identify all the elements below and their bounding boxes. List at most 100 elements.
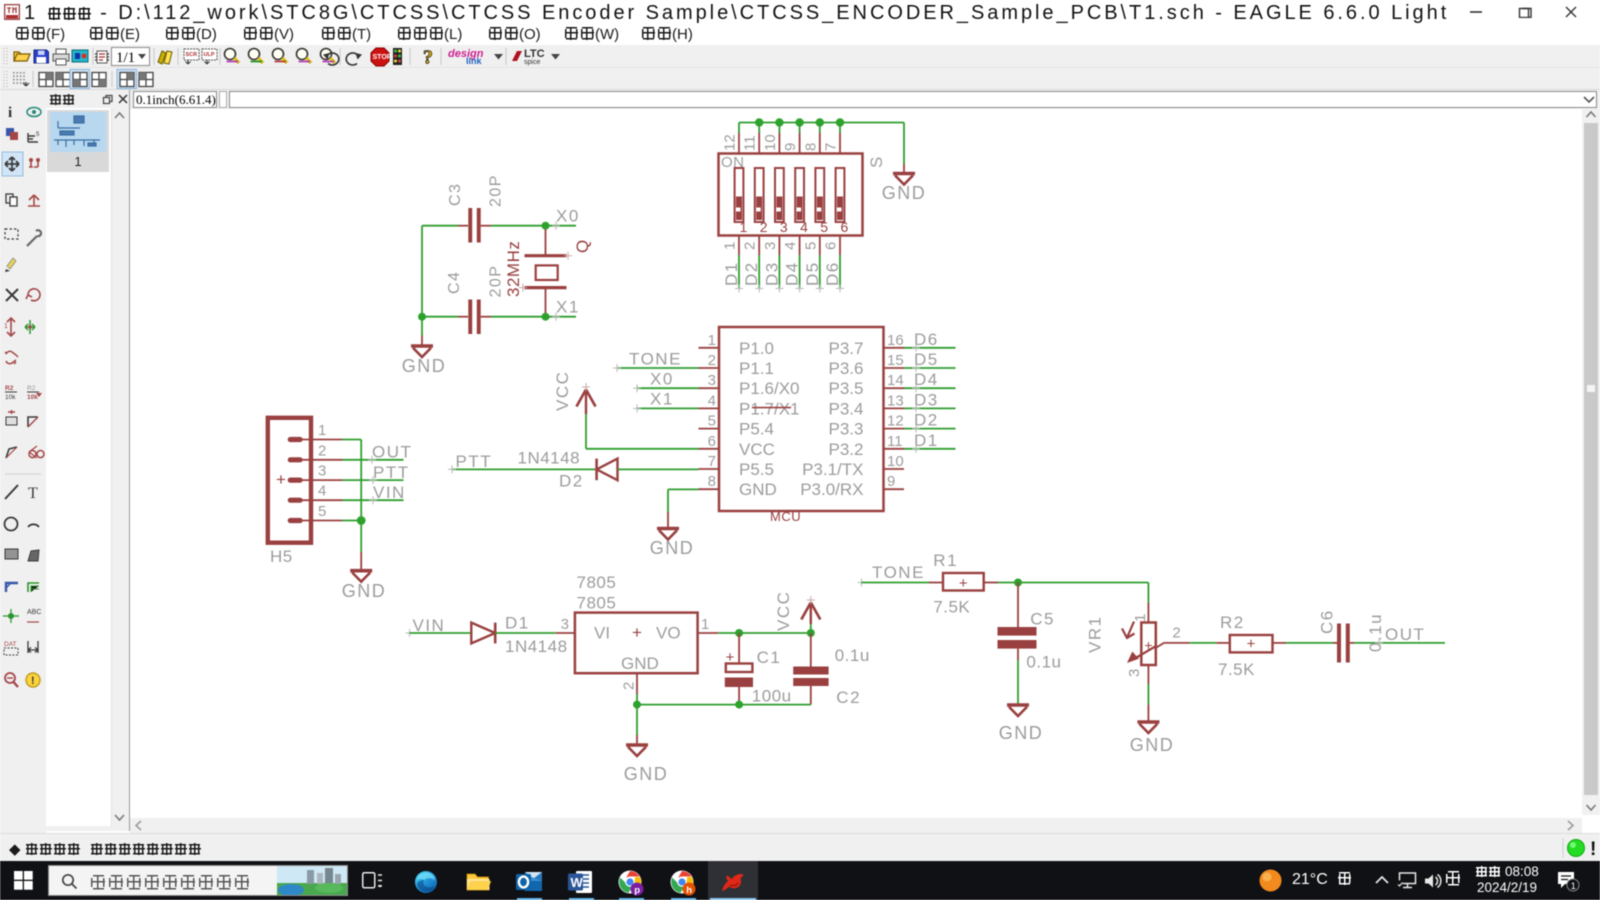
svg-text:D3: D3 (762, 261, 781, 286)
svg-text:+: + (1247, 636, 1256, 653)
svg-text:1: 1 (318, 422, 326, 439)
svg-text:OUT: OUT (1385, 625, 1425, 644)
svg-text:h: h (686, 885, 692, 896)
svg-text:3: 3 (708, 372, 716, 389)
svg-text:7: 7 (823, 143, 840, 151)
svg-text:C4: C4 (446, 271, 463, 294)
svg-text:D1: D1 (505, 614, 530, 633)
svg-text:R2: R2 (1220, 613, 1245, 632)
svg-text:8: 8 (708, 473, 716, 490)
svg-text:3: 3 (762, 242, 779, 250)
svg-text:4: 4 (318, 483, 326, 500)
svg-text:PTT: PTT (456, 452, 493, 471)
svg-text:3: 3 (561, 616, 569, 633)
svg-text:GND: GND (739, 480, 777, 499)
svg-text:GND: GND (621, 654, 659, 673)
svg-text:D6: D6 (914, 330, 939, 349)
svg-text:1: 1 (1571, 881, 1576, 891)
svg-text:VCC: VCC (739, 440, 775, 459)
svg-text:C2: C2 (836, 688, 861, 707)
svg-text:D4: D4 (783, 261, 802, 286)
svg-text:6: 6 (841, 219, 849, 235)
svg-text:5: 5 (802, 242, 819, 250)
svg-text:1: 1 (1132, 614, 1149, 622)
svg-text:2: 2 (742, 242, 759, 250)
svg-text:D3: D3 (914, 390, 939, 409)
svg-text:D2: D2 (559, 472, 584, 491)
svg-text:14: 14 (887, 372, 904, 389)
svg-text:D6: D6 (823, 261, 842, 286)
svg-text:5: 5 (820, 219, 828, 235)
svg-text:D2: D2 (742, 261, 761, 286)
svg-text:32MHz: 32MHz (504, 241, 523, 297)
svg-text:7: 7 (708, 453, 716, 470)
svg-text:8: 8 (802, 143, 819, 151)
svg-text:11: 11 (742, 135, 759, 151)
svg-text:20P: 20P (488, 174, 505, 207)
svg-text:C1: C1 (757, 648, 782, 667)
svg-text:MCU: MCU (770, 509, 801, 524)
svg-text:R1: R1 (933, 551, 958, 570)
svg-text:0.1u: 0.1u (835, 646, 870, 665)
svg-text:7.5K: 7.5K (933, 598, 970, 617)
svg-text:1N4148: 1N4148 (518, 449, 581, 468)
svg-text:D1: D1 (722, 261, 741, 286)
svg-text:2: 2 (318, 442, 326, 459)
svg-text:P3.6: P3.6 (829, 359, 864, 378)
svg-text:S: S (867, 155, 886, 168)
svg-text:D1: D1 (914, 431, 939, 450)
svg-text:13: 13 (887, 392, 904, 409)
svg-text:12: 12 (887, 413, 904, 430)
svg-text:OUT: OUT (372, 443, 412, 462)
svg-text:PTT: PTT (373, 463, 410, 482)
svg-text:p: p (634, 885, 640, 896)
svg-text:P3.0/RX: P3.0/RX (800, 480, 863, 499)
svg-text:5: 5 (318, 503, 326, 520)
svg-text:2: 2 (760, 219, 768, 235)
svg-text:100u: 100u (752, 687, 792, 706)
svg-text:P1.0: P1.0 (739, 339, 774, 358)
svg-text:5: 5 (708, 413, 716, 430)
svg-text:TONE: TONE (629, 350, 682, 369)
svg-text:1: 1 (740, 219, 748, 235)
svg-text:3: 3 (318, 463, 326, 480)
svg-text:H5: H5 (270, 547, 293, 566)
svg-text:P3.1/TX: P3.1/TX (802, 460, 863, 479)
svg-text:0.1u: 0.1u (1026, 653, 1061, 672)
svg-text:GND: GND (342, 581, 387, 601)
svg-text:X0: X0 (556, 207, 580, 226)
svg-text:P5.5: P5.5 (739, 460, 774, 479)
svg-text:+: + (276, 470, 286, 489)
svg-text:C3: C3 (447, 183, 464, 206)
svg-text:C6: C6 (1318, 609, 1337, 634)
svg-text:+: + (726, 649, 735, 666)
svg-text:7805: 7805 (577, 594, 617, 613)
svg-text:VI: VI (594, 624, 610, 643)
svg-text:0.1u: 0.1u (1366, 613, 1385, 652)
svg-text:7805: 7805 (577, 573, 617, 592)
svg-text:20P: 20P (488, 265, 505, 298)
svg-text:P3.2: P3.2 (829, 440, 864, 459)
svg-text:12: 12 (722, 134, 739, 151)
svg-text:1N4148: 1N4148 (505, 637, 568, 656)
svg-text:2: 2 (621, 682, 638, 690)
svg-text:GND: GND (1130, 735, 1175, 755)
svg-text:ON: ON (721, 154, 745, 171)
svg-text:6: 6 (823, 242, 840, 250)
svg-text:D5: D5 (914, 350, 939, 369)
svg-text:GND: GND (402, 356, 447, 376)
svg-text:VO: VO (656, 624, 681, 643)
svg-text:P3.7: P3.7 (829, 339, 864, 358)
svg-text:TONE: TONE (872, 563, 925, 582)
svg-text:Q: Q (573, 240, 592, 253)
svg-text:2: 2 (708, 352, 716, 369)
svg-text:4: 4 (708, 392, 716, 409)
svg-text:+: + (959, 575, 968, 592)
svg-text:4: 4 (782, 242, 799, 250)
svg-text:P1.6/X0: P1.6/X0 (739, 379, 800, 398)
svg-text:!: ! (1590, 839, 1596, 860)
svg-text:X1: X1 (556, 298, 580, 317)
svg-text:D5: D5 (803, 261, 822, 286)
svg-text:C5: C5 (1030, 610, 1055, 629)
svg-text:VR1: VR1 (1086, 615, 1105, 653)
